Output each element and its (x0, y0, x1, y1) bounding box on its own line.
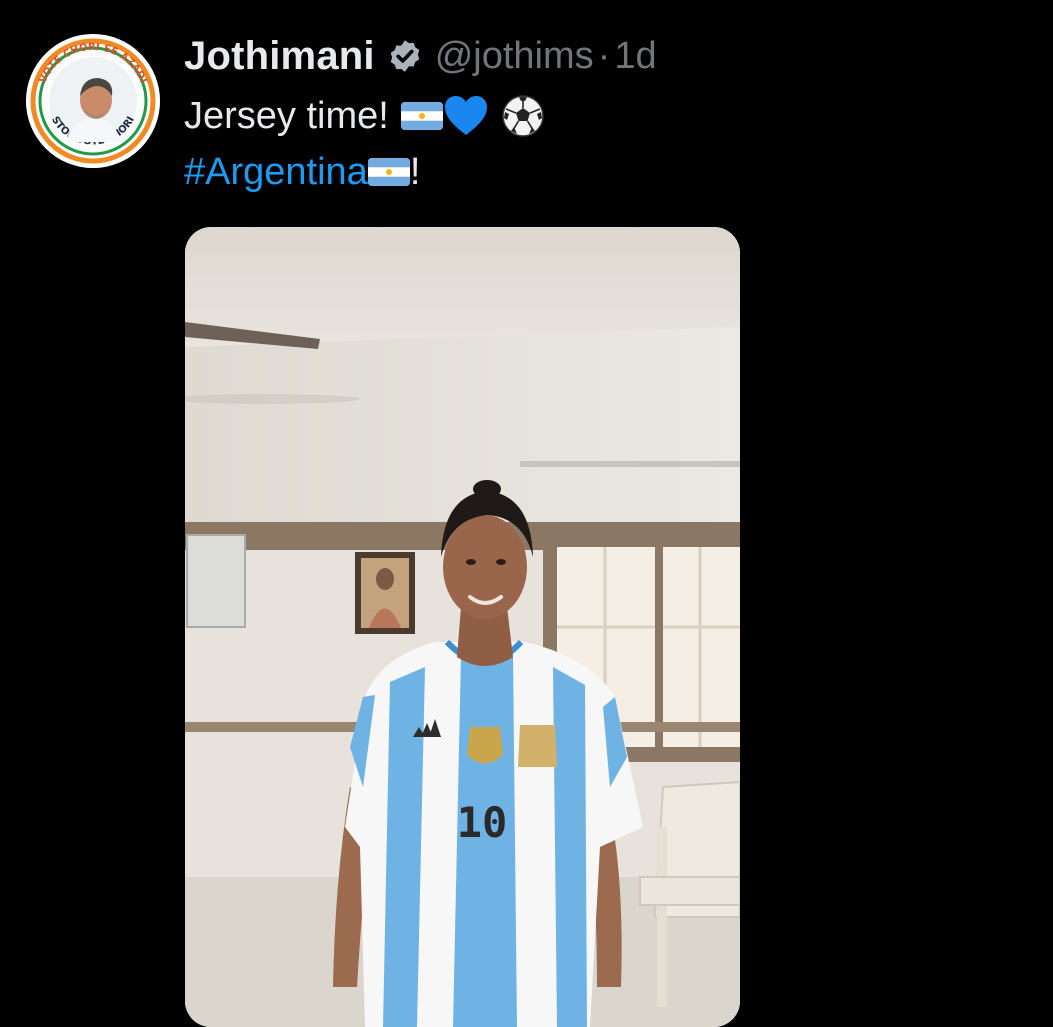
user-handle[interactable]: @jothims (435, 35, 594, 78)
avatar-image: VOTE CHORI SE AZADI STOP VOTE CHORI (26, 34, 160, 168)
tweet-text-line-2: #Argentina ! (184, 144, 545, 200)
tweet-text: Jersey time! #Argentina ! (184, 88, 545, 200)
tweet[interactable]: VOTE CHORI SE AZADI STOP VOTE CHORI Joth… (0, 0, 1053, 1027)
argentina-flag-icon (400, 102, 443, 130)
hashtag-link[interactable]: #Argentina (184, 144, 368, 200)
jersey-number: 10 (457, 798, 508, 847)
verified-badge-icon[interactable] (387, 38, 423, 74)
display-name[interactable]: Jothimani (184, 34, 375, 79)
tweet-text-trailing: ! (409, 151, 421, 193)
argentina-flag-icon (367, 158, 410, 186)
profile-avatar[interactable]: VOTE CHORI SE AZADI STOP VOTE CHORI (26, 34, 160, 168)
soccer-ball-icon (502, 95, 544, 137)
header-separator: · (597, 34, 611, 77)
blue-heart-icon (444, 96, 487, 135)
tweet-header: Jothimani @jothims · 1d (184, 28, 657, 84)
tweet-photo[interactable]: 10 (185, 227, 740, 1027)
tweet-text-line-1: Jersey time! (184, 88, 545, 144)
photo-image: 10 (185, 227, 740, 1027)
tweet-timestamp[interactable]: 1d (614, 35, 656, 78)
tweet-text-content: Jersey time! (184, 95, 389, 137)
